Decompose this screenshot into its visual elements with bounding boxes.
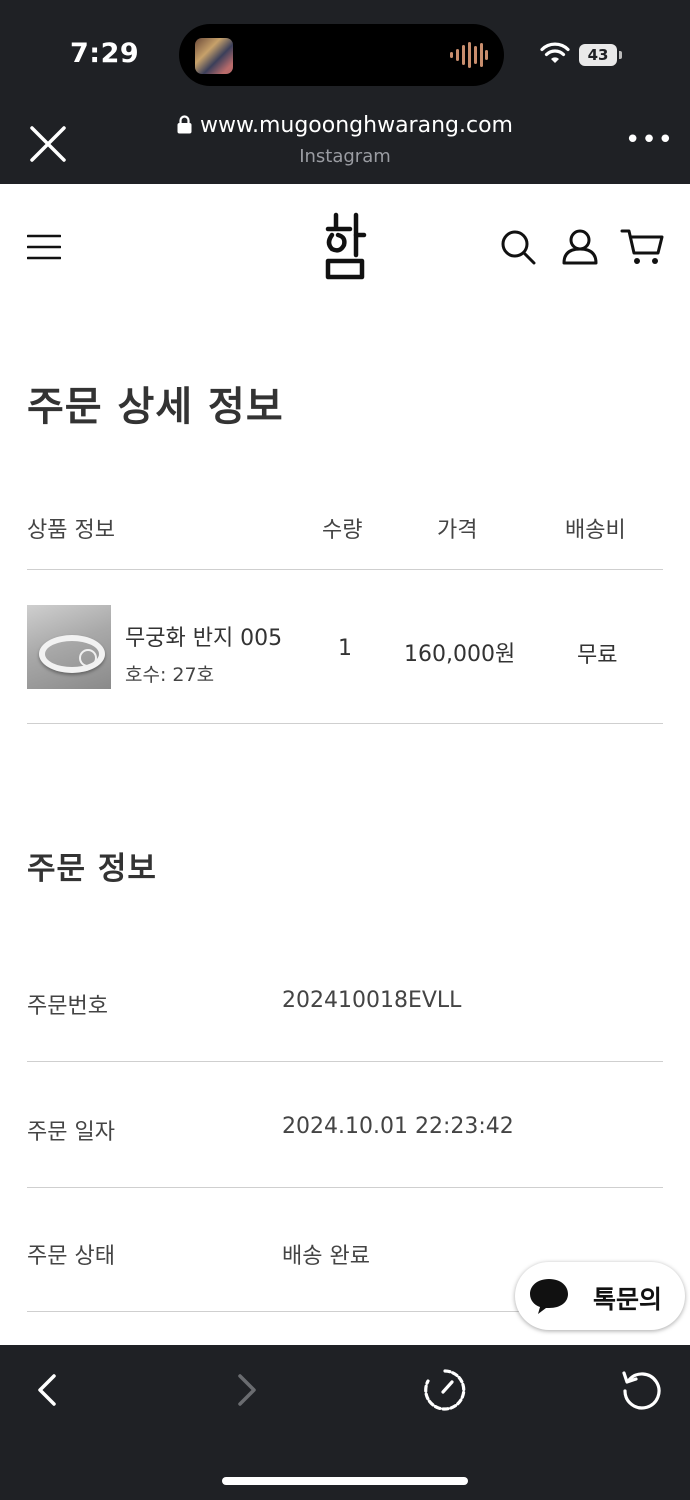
forward-arrow-icon[interactable] xyxy=(230,1370,266,1410)
hamburger-menu-icon[interactable] xyxy=(27,232,61,262)
header-price: 가격 xyxy=(437,518,478,543)
url-text: www.mugoonghwarang.com xyxy=(200,113,513,138)
order-date-label: 주문 일자 xyxy=(27,1120,115,1145)
search-icon[interactable] xyxy=(498,227,538,267)
talk-inquiry-button[interactable]: 톡문의 xyxy=(515,1262,685,1330)
product-price: 160,000원 xyxy=(404,642,516,667)
brand-logo[interactable] xyxy=(322,211,368,283)
product-quantity: 1 xyxy=(338,636,352,661)
order-number-value: 202410018EVLL xyxy=(282,988,462,1013)
header-shipping: 배송비 xyxy=(565,518,626,543)
header-product-info: 상품 정보 xyxy=(27,518,115,543)
reload-icon[interactable] xyxy=(619,1366,665,1412)
now-playing-artwork xyxy=(195,38,233,74)
table-header-divider xyxy=(27,569,663,570)
header-quantity: 수량 xyxy=(322,518,363,543)
order-status-value: 배송 완료 xyxy=(282,1244,370,1269)
ring-charm-shape xyxy=(79,649,97,667)
home-indicator xyxy=(222,1477,468,1485)
page-title: 주문 상세 정보 xyxy=(27,384,284,430)
order-info-title: 주문 정보 xyxy=(27,851,157,887)
audio-wave-icon xyxy=(450,42,488,68)
more-options-button[interactable]: ••• xyxy=(625,127,673,157)
battery-tip xyxy=(619,51,622,59)
lock-icon xyxy=(177,115,192,134)
order-number-divider xyxy=(27,1061,663,1062)
source-app-label: Instagram xyxy=(299,146,391,167)
url-bar[interactable]: www.mugoonghwarang.com xyxy=(0,113,690,138)
product-option: 호수: 27호 xyxy=(125,664,215,686)
product-thumbnail[interactable] xyxy=(27,605,111,689)
battery-indicator: 43 xyxy=(579,44,617,66)
product-shipping-fee: 무료 xyxy=(577,643,618,668)
back-arrow-icon[interactable] xyxy=(30,1370,66,1410)
product-row-divider xyxy=(27,723,663,724)
order-date-divider xyxy=(27,1187,663,1188)
shopping-cart-icon[interactable] xyxy=(620,227,666,267)
order-number-label: 주문번호 xyxy=(27,994,108,1019)
product-name[interactable]: 무궁화 반지 005 xyxy=(125,620,282,652)
user-account-icon[interactable] xyxy=(560,227,600,267)
order-date-value: 2024.10.01 22:23:42 xyxy=(282,1114,514,1139)
chat-bubble-icon xyxy=(530,1279,568,1314)
speed-dial-icon[interactable] xyxy=(422,1367,468,1413)
talk-inquiry-label: 톡문의 xyxy=(593,1285,663,1314)
order-status-label: 주문 상태 xyxy=(27,1244,115,1269)
dynamic-island xyxy=(179,24,504,86)
status-time: 7:29 xyxy=(70,38,140,69)
wifi-icon xyxy=(540,42,570,63)
